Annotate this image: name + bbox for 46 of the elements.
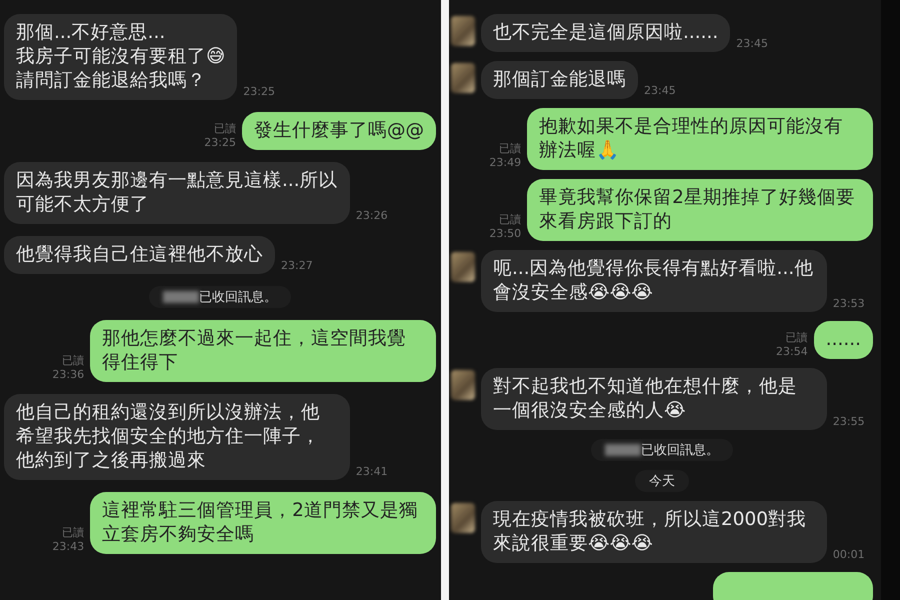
avatar[interactable] (451, 16, 475, 46)
message-time: 23:55 (832, 415, 865, 430)
message-bubble: 這裡常駐三個管理員，2道門禁又是獨立套房不夠安全嗎 (90, 492, 436, 554)
read-receipt: 已讀 (62, 526, 84, 540)
message-bubble: 抱歉如果不是合理性的原因可能沒有辦法喔🙏 (527, 108, 873, 170)
message-time: 23:49 (489, 156, 522, 170)
message-bubble: ...... (814, 321, 873, 359)
notice-text: 已收回訊息。 (199, 289, 277, 306)
notice-text: 已收回訊息。 (641, 442, 719, 459)
read-receipt: 已讀 (499, 142, 522, 156)
message-time: 23:54 (776, 345, 808, 359)
message-time: 00:01 (832, 548, 865, 563)
message-bubble: 對不起我也不知道他在想什麼，他是一個很沒安全感的人😭 (481, 368, 827, 430)
message-time: 23:45 (736, 37, 768, 52)
message-time: 23:41 (356, 465, 388, 480)
read-receipt: 已讀 (499, 213, 522, 227)
message-bubble: 畢竟我幫你保留2星期推掉了好幾個要來看房跟下訂的 (527, 179, 873, 241)
message-bubble: 發生什麼事了嗎@@ (242, 112, 436, 150)
message-time: 23:53 (832, 297, 865, 312)
message-time: 23:43 (52, 540, 84, 554)
avatar[interactable] (451, 252, 475, 282)
read-receipt: 已讀 (62, 354, 84, 368)
message-bubble: 現在疫情我被砍班，所以這2000對我來說很重要😭😭😭 (481, 501, 827, 563)
message-bubble: 那個訂金能退嗎 (481, 61, 638, 99)
message-bubble: 那個...不好意思... 我房子可能沒有要租了😅 請問訂金能退給我嗎？ (4, 14, 238, 100)
message-time: 23:36 (52, 368, 84, 382)
message-bubble: 他自己的租約還沒到所以沒辦法，他希望我先找個安全的地方住一陣子，他約到了之後再搬過來 (4, 394, 350, 480)
read-receipt: 已讀 (786, 331, 808, 345)
avatar[interactable] (451, 370, 475, 400)
message-time: 23:26 (356, 209, 388, 224)
message-bubble: 他覺得我自己住這裡他不放心 (4, 236, 275, 274)
avatar[interactable] (451, 63, 475, 93)
date-chip: 今天 (635, 470, 689, 492)
avatar[interactable] (451, 503, 475, 533)
message-time: 23:50 (489, 227, 522, 241)
message-time: 23:45 (644, 84, 676, 99)
message-time: 23:27 (281, 259, 313, 274)
message-bubble: 也不完全是這個原因啦...... (481, 14, 730, 52)
read-receipt: 已讀 (214, 122, 236, 136)
redacted-name (605, 444, 641, 456)
message-bubble: 因為我男友那邊有一點意見這樣...所以可能不太方便了 (4, 162, 350, 224)
message-time: 23:25 (204, 136, 236, 150)
redacted-name (163, 291, 199, 303)
message-bubble: 那他怎麼不過來一起住，這空間我覺得住得下 (90, 320, 436, 382)
message-bubble: 呃...因為他覺得你長得有點好看啦...他會沒安全感😭😭😭 (481, 250, 827, 312)
message-time: 23:25 (243, 85, 275, 100)
